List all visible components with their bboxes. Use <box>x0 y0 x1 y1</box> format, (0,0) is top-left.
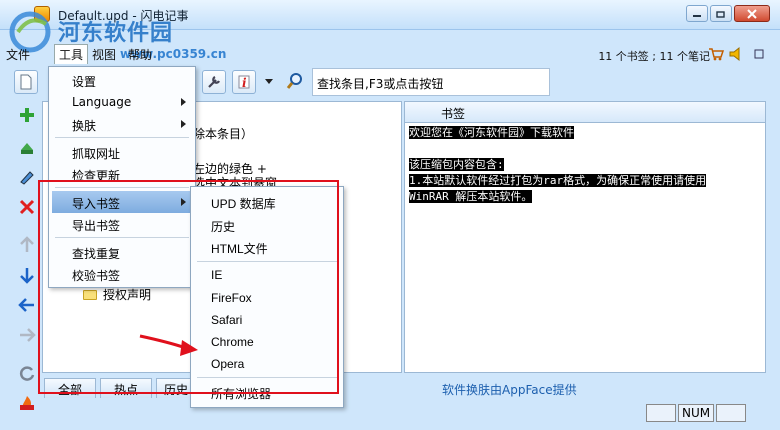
submenu-item-safari[interactable]: Safari <box>211 313 242 327</box>
wrench-icon <box>208 76 220 88</box>
search-input-text: 查找条目,F3或点击按钮 <box>317 77 444 91</box>
restore-icon <box>716 10 725 18</box>
submenu-arrow-icon <box>181 198 186 206</box>
notes-editor[interactable]: 欢迎您在《河东软件园》下载软件 该压缩包内容包含: 1.本站默认软件经过打包为r… <box>404 123 766 373</box>
tools-button[interactable] <box>202 70 226 94</box>
menu-item-settings[interactable]: 设置 <box>52 69 192 91</box>
window-controls <box>686 5 770 22</box>
menu-separator <box>197 261 339 262</box>
menu-item-grab-url[interactable]: 抓取网址 <box>52 141 192 163</box>
new-document-icon <box>20 74 32 90</box>
info-icon: i <box>238 75 250 90</box>
delete-icon[interactable] <box>18 198 36 216</box>
refresh-icon[interactable] <box>18 364 36 382</box>
bookmark-note-counts: 11 个书签 ; 11 个笔记 <box>598 50 710 63</box>
chevron-down-icon[interactable] <box>264 78 274 86</box>
note-line: WinRAR 解压本站软件。 <box>409 190 533 203</box>
svg-text:i: i <box>242 76 247 90</box>
menu-item-find-duplicates[interactable]: 查找重复 <box>52 241 192 263</box>
status-cell-empty <box>646 404 676 422</box>
submenu-item-upd-database[interactable]: UPD 数据库 <box>211 195 276 212</box>
notes-header-label: 书签 <box>441 107 466 121</box>
menu-item-skin[interactable]: 换肤 <box>52 113 192 135</box>
info-button[interactable]: i <box>232 70 256 94</box>
skin-credit-link[interactable]: 软件换肤由AppFace提供 <box>442 381 577 398</box>
submenu-item-html-file[interactable]: HTML文件 <box>211 240 268 257</box>
tree-item-license[interactable]: 授权声明 <box>103 286 151 303</box>
status-bar: NUM <box>0 400 780 430</box>
arrow-up-icon[interactable] <box>18 236 36 254</box>
note-line <box>409 141 761 157</box>
tree-item-partial[interactable]: 除本条目） <box>193 125 253 142</box>
search-input[interactable]: 查找条目,F3或点击按钮 <box>312 68 550 96</box>
submenu-item-opera[interactable]: Opera <box>211 357 244 371</box>
menu-separator <box>55 187 189 188</box>
submenu-item-all-browsers[interactable]: 所有浏览器 <box>211 385 271 402</box>
cart-icon[interactable] <box>708 47 724 61</box>
arrow-right-icon[interactable] <box>18 326 36 344</box>
submenu-arrow-icon <box>181 120 186 128</box>
note-line: 1.本站默认软件经过打包为rar格式，为确保正常使用请使用 <box>409 174 707 187</box>
tab-hot[interactable]: 热点 <box>100 378 152 398</box>
menu-separator <box>55 137 189 138</box>
submenu-item-history[interactable]: 历史 <box>211 218 235 235</box>
side-toolbar <box>14 98 40 410</box>
menu-tools[interactable]: 工具 <box>54 44 89 64</box>
menu-file[interactable]: 文件 <box>6 46 30 63</box>
menu-item-export-bookmarks[interactable]: 导出书签 <box>52 213 192 235</box>
arrow-down-icon[interactable] <box>18 266 36 284</box>
menu-item-import-bookmarks[interactable]: 导入书签 <box>52 191 192 213</box>
status-num: NUM <box>678 404 714 422</box>
minimize-button[interactable] <box>686 5 708 22</box>
restore-button[interactable] <box>710 5 732 22</box>
folder-icon <box>83 290 97 300</box>
menu-item-language[interactable]: Language <box>52 91 192 113</box>
new-note-button[interactable] <box>14 70 38 94</box>
note-line: 该压缩包内容包含: <box>409 158 504 171</box>
submenu-item-ie[interactable]: IE <box>211 268 222 282</box>
submenu-item-chrome[interactable]: Chrome <box>211 335 254 349</box>
import-submenu: UPD 数据库 历史 HTML文件 IE FireFox Safari Chro… <box>190 186 344 408</box>
import-icon[interactable] <box>18 138 36 156</box>
menu-item-verify-bookmarks[interactable]: 校验书签 <box>52 263 192 285</box>
tab-all[interactable]: 全部 <box>44 378 96 398</box>
add-icon[interactable] <box>18 106 36 124</box>
tools-menu: 设置 Language 换肤 抓取网址 检查更新 导入书签 导出书签 查找重复 … <box>48 66 196 288</box>
submenu-arrow-icon <box>181 98 186 106</box>
search-icon[interactable] <box>286 72 304 90</box>
menu-bar: 文件 工具 视图 帮助 11 个书签 ; 11 个笔记 <box>0 43 780 65</box>
arrow-left-icon[interactable] <box>18 296 36 314</box>
close-icon <box>747 8 757 19</box>
close-button[interactable] <box>734 5 770 22</box>
speaker-icon[interactable] <box>728 46 744 62</box>
pin-icon[interactable] <box>754 49 764 59</box>
note-line: 欢迎您在《河东软件园》下载软件 <box>409 126 574 139</box>
menu-help[interactable]: 帮助 <box>128 46 152 63</box>
edit-icon[interactable] <box>18 168 36 186</box>
minimize-icon <box>693 14 701 17</box>
menu-separator <box>197 377 339 378</box>
notes-header: 书签 <box>404 101 766 123</box>
annotation-arrow-icon <box>139 334 198 356</box>
menu-separator <box>55 237 189 238</box>
menu-item-check-update[interactable]: 检查更新 <box>52 163 192 185</box>
menu-view[interactable]: 视图 <box>92 46 116 63</box>
status-cell-empty <box>716 404 746 422</box>
submenu-item-firefox[interactable]: FireFox <box>211 291 252 305</box>
